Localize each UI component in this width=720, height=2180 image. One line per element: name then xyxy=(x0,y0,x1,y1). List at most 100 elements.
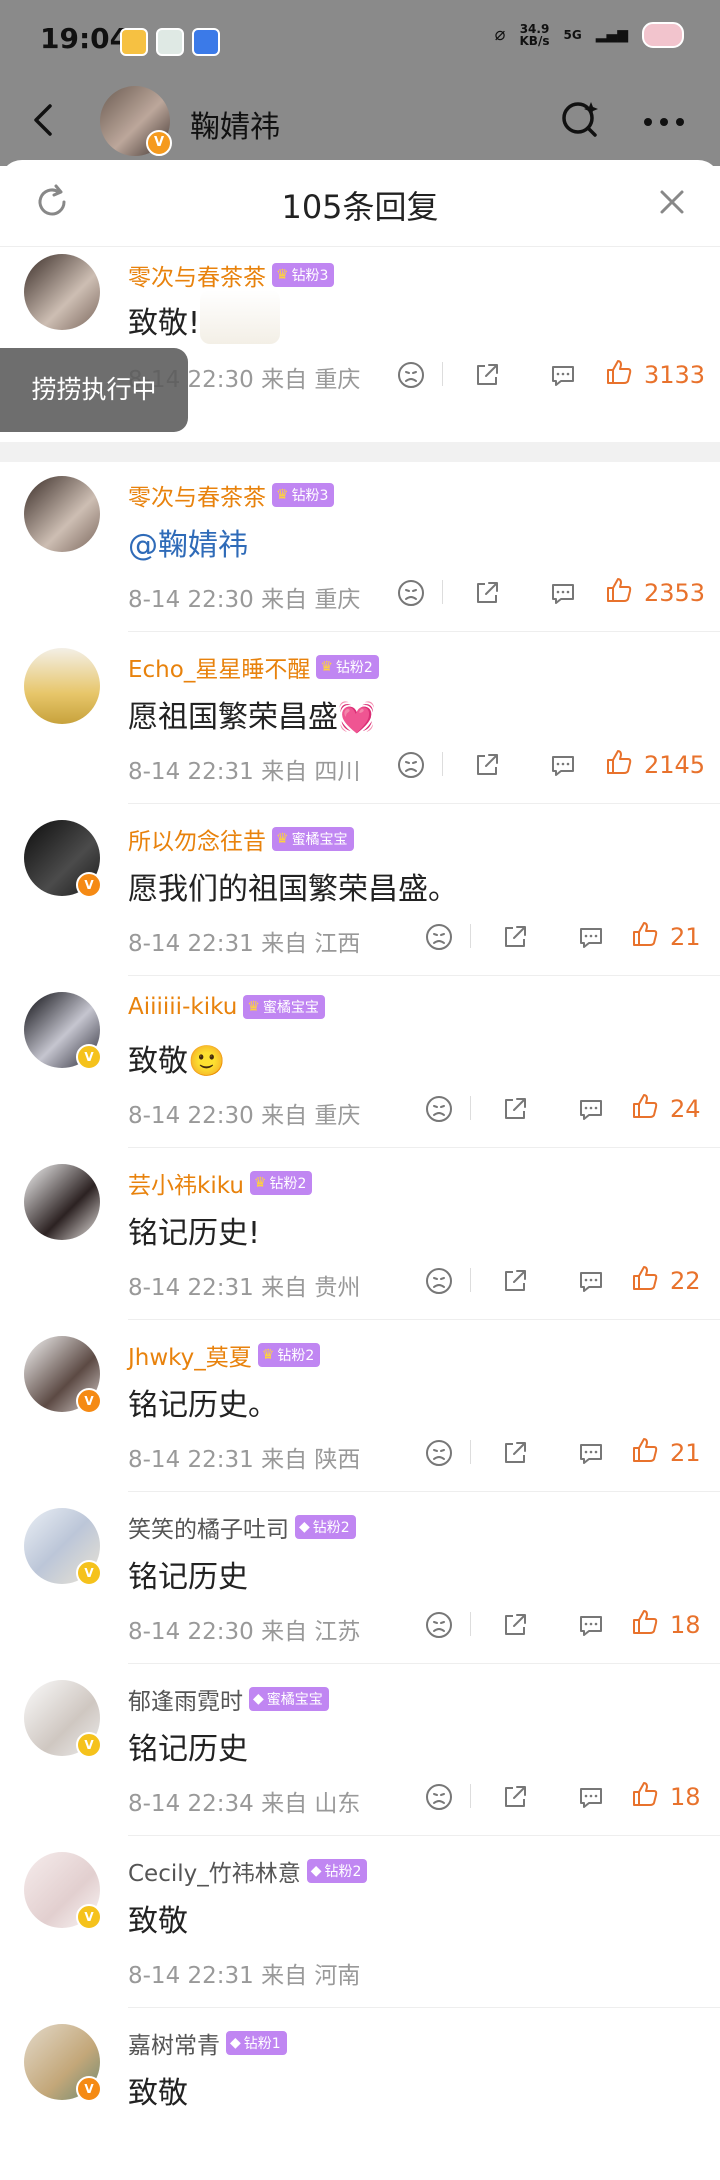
like-count: 21 xyxy=(670,923,701,951)
crown-icon: ♛ xyxy=(320,659,333,675)
comment-icon[interactable] xyxy=(576,1610,606,1640)
fan-badge[interactable]: ◆ 钻粉2 xyxy=(306,1859,368,1883)
comment-icon[interactable] xyxy=(576,922,606,952)
fan-badge[interactable]: ♛ 蜜橘宝宝 xyxy=(272,827,354,851)
username[interactable]: Jhwky_莫夏 xyxy=(128,1338,252,1372)
action-divider xyxy=(470,1612,471,1636)
fan-badge[interactable]: ♛ 钻粉3 xyxy=(272,263,335,287)
comment-icon[interactable] xyxy=(576,1438,606,1468)
like-count: 2353 xyxy=(644,579,706,607)
thumb-up-icon xyxy=(630,1263,660,1299)
username[interactable]: Cecily_竹祎林意 xyxy=(128,1854,301,1888)
profile-name[interactable]: 鞠婧祎 xyxy=(190,102,280,146)
username[interactable]: Aiiiiii-kiku xyxy=(128,994,237,1020)
comment-icon[interactable] xyxy=(548,578,578,608)
name-row: 零次与春茶茶 ♛ 钻粉3 xyxy=(128,478,335,512)
avatar[interactable] xyxy=(24,648,100,724)
comment-icon[interactable] xyxy=(576,1266,606,1296)
toast: 捞捞执行中 xyxy=(0,348,188,432)
close-icon[interactable] xyxy=(654,184,690,220)
comment-meta: 8-14 22:31 来自 四川 xyxy=(128,759,361,785)
nfc-icon: ⌀ xyxy=(494,24,506,45)
dislike-icon[interactable] xyxy=(424,1266,454,1296)
net-speed: 34.9 KB/s xyxy=(519,22,550,48)
username[interactable]: 郁逢雨霓时 xyxy=(128,1682,243,1716)
fan-badge[interactable]: ♛ 钻粉3 xyxy=(272,483,335,507)
fan-badge[interactable]: ♛ 钻粉2 xyxy=(257,1343,321,1367)
sticker-image xyxy=(200,290,280,344)
share-icon[interactable] xyxy=(500,1782,530,1812)
like-button[interactable]: 18 xyxy=(630,1608,701,1642)
share-icon[interactable] xyxy=(500,922,530,952)
status-indicators: ⌀ 34.9 KB/s 5G ▂▄▆ xyxy=(495,22,684,48)
name-row: 芸小祎kiku ♛ 钻粉2 xyxy=(128,1166,313,1200)
action-divider xyxy=(470,1096,471,1120)
like-count: 18 xyxy=(670,1611,701,1639)
back-icon[interactable] xyxy=(24,100,64,140)
fan-badge[interactable]: ♛ 蜜橘宝宝 xyxy=(243,995,325,1019)
verified-badge-icon: V xyxy=(76,1732,102,1758)
comment-meta: 8-14 22:34 来自 山东 xyxy=(128,1791,361,1817)
avatar[interactable] xyxy=(24,476,100,552)
avatar[interactable] xyxy=(24,254,100,330)
like-button[interactable]: 24 xyxy=(630,1092,701,1126)
like-count: 22 xyxy=(670,1267,701,1295)
crown-icon: ♛ xyxy=(261,1347,275,1363)
more-icon[interactable] xyxy=(640,102,688,151)
like-button[interactable]: 3133 xyxy=(604,358,705,392)
comment-icon[interactable] xyxy=(548,750,578,780)
thumb-up-icon xyxy=(630,1091,660,1127)
comment-icon[interactable] xyxy=(576,1782,606,1812)
share-icon[interactable] xyxy=(500,1610,530,1640)
dislike-icon[interactable] xyxy=(424,1610,454,1640)
username[interactable]: 所以勿念往昔 xyxy=(128,822,266,856)
dislike-icon[interactable] xyxy=(396,360,426,390)
share-icon[interactable] xyxy=(500,1438,530,1468)
dislike-icon[interactable] xyxy=(396,750,426,780)
fan-badge[interactable]: ◆ 蜜橘宝宝 xyxy=(249,1687,329,1711)
verified-badge-icon: V xyxy=(76,1044,102,1070)
name-row: 所以勿念往昔 ♛ 蜜橘宝宝 xyxy=(128,822,354,856)
comment-text: 铭记历史 xyxy=(128,1732,248,1767)
dislike-icon[interactable] xyxy=(424,1438,454,1468)
loop-search-icon[interactable] xyxy=(560,98,600,138)
verified-badge-icon: V xyxy=(146,130,172,156)
avatar[interactable] xyxy=(24,1164,100,1240)
share-icon[interactable] xyxy=(472,360,502,390)
comment-item: 零次与春茶茶 ♛ 钻粉3 @鞠婧祎 8-14 22:30 来自 重庆 2353 xyxy=(0,460,720,632)
username[interactable]: 芸小祎kiku xyxy=(128,1166,244,1200)
comment-icon[interactable] xyxy=(548,360,578,390)
fan-badge[interactable]: ♛ 钻粉2 xyxy=(316,655,379,679)
like-button[interactable]: 21 xyxy=(630,920,701,954)
comment-meta: 8-14 22:31 来自 江西 xyxy=(128,931,361,957)
comment-text: @鞠婧祎 xyxy=(128,528,248,563)
share-icon[interactable] xyxy=(472,750,502,780)
like-button[interactable]: 22 xyxy=(630,1264,701,1298)
verified-badge-icon: V xyxy=(76,1904,102,1930)
like-button[interactable]: 18 xyxy=(630,1780,701,1814)
username[interactable]: 零次与春茶茶 xyxy=(128,478,266,512)
fan-badge[interactable]: ◆ 钻粉1 xyxy=(226,2031,287,2055)
sheet-header: 105条回复 xyxy=(0,160,720,247)
fan-level: 蜜橘宝宝 xyxy=(266,1692,323,1708)
username[interactable]: 笑笑的橘子吐司 xyxy=(128,1510,289,1544)
username[interactable]: Echo_星星睡不醒 xyxy=(128,650,310,684)
dislike-icon[interactable] xyxy=(424,1782,454,1812)
share-icon[interactable] xyxy=(500,1266,530,1296)
comment-icon[interactable] xyxy=(576,1094,606,1124)
fan-level: 钻粉1 xyxy=(243,2036,281,2052)
username[interactable]: 零次与春茶茶 xyxy=(128,258,266,292)
diamond-icon: ◆ xyxy=(310,1863,322,1879)
dislike-icon[interactable] xyxy=(396,578,426,608)
username[interactable]: 嘉树常青 xyxy=(128,2026,220,2060)
fan-badge[interactable]: ◆ 钻粉2 xyxy=(295,1515,356,1539)
action-divider xyxy=(470,1784,471,1808)
like-button[interactable]: 2353 xyxy=(604,576,705,610)
fan-badge[interactable]: ♛ 钻粉2 xyxy=(249,1171,313,1195)
dislike-icon[interactable] xyxy=(424,922,454,952)
like-button[interactable]: 21 xyxy=(630,1436,701,1470)
share-icon[interactable] xyxy=(472,578,502,608)
share-icon[interactable] xyxy=(500,1094,530,1124)
dislike-icon[interactable] xyxy=(424,1094,454,1124)
like-button[interactable]: 2145 xyxy=(604,748,705,782)
